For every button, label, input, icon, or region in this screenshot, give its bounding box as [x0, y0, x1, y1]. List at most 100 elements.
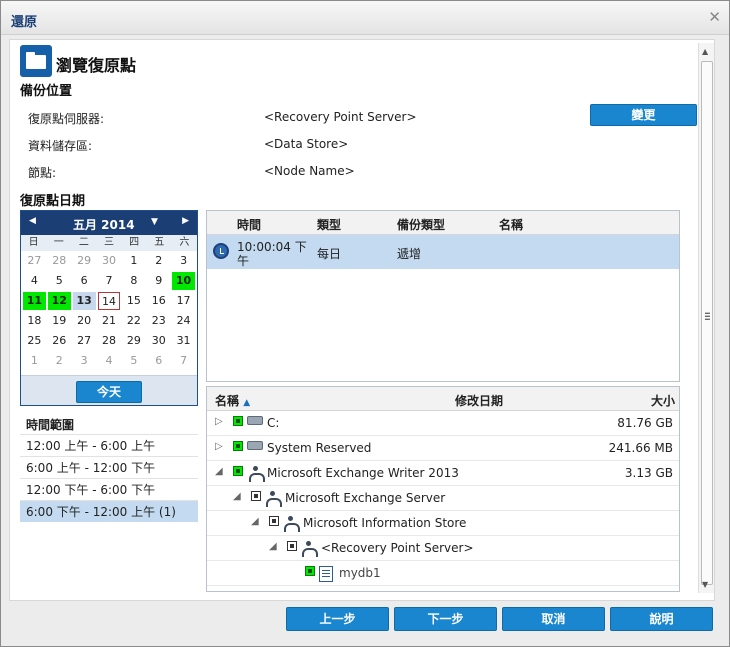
tree-row[interactable]: ▷ C: 81.76 GB [207, 411, 679, 436]
month-dropdown-icon[interactable]: ▼ [151, 217, 158, 227]
cancel-button[interactable]: 取消 [502, 607, 605, 631]
calendar-day[interactable]: 12 [47, 292, 71, 310]
calendar-day[interactable]: 15 [122, 292, 145, 310]
content-panel: 瀏覽復原點 備份位置 復原點伺服器: <Recovery Point Serve… [9, 39, 715, 601]
tree-row[interactable]: ◢ Microsoft Exchange Writer 2013 3.13 GB [207, 461, 679, 486]
calendar-header: ◀ 五月 2014 ▼ ▶ [21, 211, 197, 235]
tree-row[interactable]: ◢ <Recovery Point Server> [207, 536, 679, 561]
tree-row[interactable]: mydb1 [207, 561, 679, 586]
vertical-scrollbar[interactable]: ▲ ━ ━ ━ ▼ [698, 43, 714, 593]
calendar-day[interactable]: 29 [122, 332, 145, 350]
col-time[interactable]: 時間 [237, 216, 261, 233]
calendar-day[interactable]: 1 [122, 252, 145, 270]
calendar-footer: 今天 [21, 375, 197, 405]
calendar-day[interactable]: 30 [147, 332, 170, 350]
time-range-item[interactable]: 12:00 下午 - 6:00 下午 [20, 478, 198, 500]
checkbox[interactable] [233, 466, 243, 476]
calendar-day[interactable]: 16 [147, 292, 170, 310]
calendar-days: 27 28 29 30 1 2 3 4 5 6 7 8 9 10 11 12 13 14 15 16 17 18 19 20 2… [21, 251, 197, 371]
window-title: 還原 [11, 15, 38, 30]
calendar-day[interactable]: 18 [23, 312, 46, 330]
calendar-day[interactable]: 24 [172, 312, 195, 330]
calendar-day[interactable]: 20 [73, 312, 96, 330]
calendar-day[interactable]: 26 [48, 332, 71, 350]
weekday-label: 日 [28, 237, 39, 248]
calendar-day[interactable]: 31 [172, 332, 195, 350]
scroll-thumb[interactable]: ━ ━ ━ [701, 61, 713, 585]
expand-icon[interactable]: ▷ [215, 416, 223, 427]
checkbox[interactable] [251, 491, 261, 501]
checkbox[interactable] [287, 541, 297, 551]
datastore-label: 資料儲存區: [28, 139, 93, 153]
recovery-point-clock-icon [213, 243, 229, 259]
calendar-day[interactable]: 6 [147, 352, 170, 370]
page-title: 瀏覽復原點 [56, 56, 137, 75]
col-modified[interactable]: 修改日期 [455, 392, 503, 409]
calendar-day[interactable]: 14 [97, 292, 121, 310]
tree-row[interactable]: ◢ Microsoft Information Store [207, 511, 679, 536]
time-range-item[interactable]: 12:00 上午 - 6:00 上午 [20, 434, 198, 456]
checkbox[interactable] [269, 516, 279, 526]
change-button[interactable]: 變更 [590, 104, 697, 126]
close-icon[interactable]: ✕ [708, 8, 721, 26]
calendar-day[interactable]: 23 [147, 312, 170, 330]
calendar-day[interactable]: 21 [98, 312, 121, 330]
tree-row[interactable]: ▷ System Reserved 241.66 MB [207, 436, 679, 461]
node-value: <Node Name> [264, 164, 355, 178]
next-button[interactable]: 下一步 [394, 607, 497, 631]
collapse-icon[interactable]: ◢ [215, 466, 223, 477]
calendar-day[interactable]: 3 [73, 352, 96, 370]
calendar-day[interactable]: 1 [23, 352, 46, 370]
col-tree-name[interactable]: 名稱 ▲ [215, 392, 250, 409]
calendar-day[interactable]: 4 [23, 272, 46, 290]
calendar-day[interactable]: 8 [122, 272, 145, 290]
help-button[interactable]: 說明 [610, 607, 713, 631]
checkbox[interactable] [305, 566, 315, 576]
row-time-line2: 午 [237, 254, 250, 268]
calendar-day[interactable]: 11 [23, 292, 46, 310]
calendar-day[interactable]: 10 [172, 272, 195, 290]
calendar-day[interactable]: 27 [23, 252, 46, 270]
scroll-up-icon[interactable]: ▲ [702, 47, 708, 56]
time-range-item[interactable]: 6:00 上午 - 12:00 下午 [20, 456, 198, 478]
col-backup-type[interactable]: 備份類型 [397, 216, 445, 233]
calendar-day[interactable]: 9 [147, 272, 170, 290]
expand-icon[interactable]: ▷ [215, 441, 223, 452]
calendar-day[interactable]: 7 [98, 272, 121, 290]
calendar-day[interactable]: 2 [48, 352, 71, 370]
calendar-day[interactable]: 13 [72, 292, 96, 310]
next-month-icon[interactable]: ▶ [182, 216, 189, 226]
calendar-day[interactable]: 25 [23, 332, 46, 350]
calendar-day[interactable]: 19 [48, 312, 71, 330]
scroll-down-icon[interactable]: ▼ [702, 580, 708, 589]
calendar-day[interactable]: 2 [147, 252, 170, 270]
tree-row-label: mydb1 [339, 566, 381, 580]
col-size[interactable]: 大小 [651, 392, 675, 409]
today-button[interactable]: 今天 [76, 381, 142, 403]
table-row[interactable]: 10:00:04 下 午 每日 遞增 [207, 235, 679, 269]
previous-button[interactable]: 上一步 [286, 607, 389, 631]
calendar-day[interactable]: 28 [48, 252, 71, 270]
calendar-day[interactable]: 5 [48, 272, 71, 290]
collapse-icon[interactable]: ◢ [233, 491, 241, 502]
col-name[interactable]: 名稱 [499, 216, 523, 233]
calendar-day[interactable]: 5 [122, 352, 145, 370]
calendar-day[interactable]: 3 [172, 252, 195, 270]
calendar-day[interactable]: 17 [172, 292, 195, 310]
calendar-day[interactable]: 27 [73, 332, 96, 350]
tree-row[interactable]: ◢ Microsoft Exchange Server [207, 486, 679, 511]
calendar-day[interactable]: 30 [98, 252, 121, 270]
col-type[interactable]: 類型 [317, 216, 341, 233]
collapse-icon[interactable]: ◢ [269, 541, 277, 552]
collapse-icon[interactable]: ◢ [251, 516, 259, 527]
checkbox[interactable] [233, 441, 243, 451]
calendar-day[interactable]: 22 [122, 312, 145, 330]
calendar-day[interactable]: 28 [98, 332, 121, 350]
time-range-item-selected[interactable]: 6:00 下午 - 12:00 上午 (1) [20, 500, 198, 522]
calendar-day[interactable]: 6 [73, 272, 96, 290]
calendar-day[interactable]: 7 [172, 352, 195, 370]
calendar-day[interactable]: 29 [73, 252, 96, 270]
prev-month-icon[interactable]: ◀ [29, 216, 36, 226]
checkbox[interactable] [233, 416, 243, 426]
calendar-day[interactable]: 4 [98, 352, 121, 370]
